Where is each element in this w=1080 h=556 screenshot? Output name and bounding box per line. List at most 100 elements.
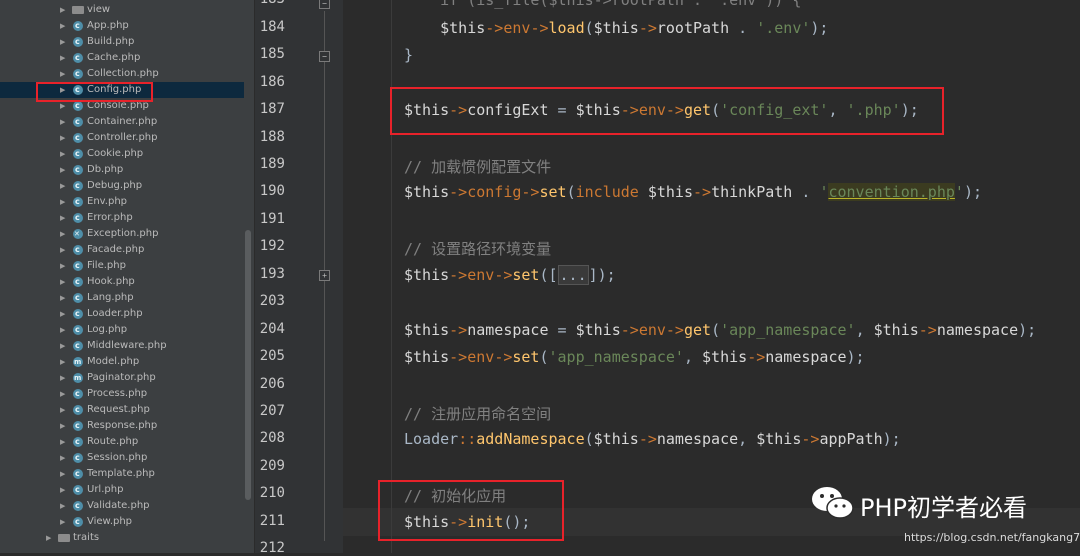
expand-arrow-icon[interactable]: ▶: [60, 498, 65, 514]
php-class-icon: [73, 418, 83, 434]
tree-file-middleware[interactable]: ▶ Middleware.php: [0, 338, 244, 354]
tree-file-cookie[interactable]: ▶ Cookie.php: [0, 146, 244, 162]
tree-file-container[interactable]: ▶ Container.php: [0, 114, 244, 130]
sidebar-scrollbar[interactable]: [245, 230, 251, 500]
code-line-190: $this->config->set(include $this->thinkP…: [404, 183, 982, 201]
line-number: 204: [259, 321, 285, 337]
tree-file-db[interactable]: ▶ Db.php: [0, 162, 244, 178]
expand-arrow-icon[interactable]: ▶: [60, 178, 65, 194]
tree-file-debug[interactable]: ▶ Debug.php: [0, 178, 244, 194]
line-number: 205: [259, 348, 285, 364]
code-text: if (is_file($this->rootPath . '.env')) {: [440, 0, 802, 9]
tree-file-validate[interactable]: ▶ Validate.php: [0, 498, 244, 514]
tree-file-label: File.php: [87, 260, 126, 271]
php-class-icon: [73, 514, 83, 530]
expand-arrow-icon[interactable]: ▶: [60, 274, 65, 290]
tree-file-cache[interactable]: ▶ Cache.php: [0, 50, 244, 66]
php-class-icon: [73, 194, 83, 210]
expand-arrow-icon[interactable]: ▶: [60, 258, 65, 274]
tree-file-exception[interactable]: ▶ Exception.php: [0, 226, 244, 242]
tree-file-build[interactable]: ▶ Build.php: [0, 34, 244, 50]
line-number: 185: [259, 46, 285, 62]
tree-file-session[interactable]: ▶ Session.php: [0, 450, 244, 466]
tree-file-error[interactable]: ▶ Error.php: [0, 210, 244, 226]
tree-file-file[interactable]: ▶ File.php: [0, 258, 244, 274]
tree-file-model[interactable]: ▶ Model.php: [0, 354, 244, 370]
tree-file-app[interactable]: ▶ App.php: [0, 18, 244, 34]
expand-arrow-icon[interactable]: ▶: [60, 130, 65, 146]
php-class-icon: [73, 466, 83, 482]
highlight-box-config-file: [36, 82, 153, 102]
tree-file-lang[interactable]: ▶ Lang.php: [0, 290, 244, 306]
tree-file-label: Debug.php: [87, 180, 143, 191]
tree-file-loader[interactable]: ▶ Loader.php: [0, 306, 244, 322]
tree-file-route[interactable]: ▶ Route.php: [0, 434, 244, 450]
fold-marker-icon[interactable]: −: [319, 0, 330, 9]
expand-arrow-icon[interactable]: ▶: [60, 482, 65, 498]
line-number: 192: [259, 238, 285, 254]
expand-arrow-icon[interactable]: ▶: [60, 50, 65, 66]
expand-arrow-icon[interactable]: ▶: [60, 386, 65, 402]
tree-file-url[interactable]: ▶ Url.php: [0, 482, 244, 498]
expand-arrow-icon[interactable]: ▶: [60, 466, 65, 482]
fold-expand-icon[interactable]: +: [319, 270, 330, 281]
expand-arrow-icon[interactable]: ▶: [60, 146, 65, 162]
tree-file-paginator[interactable]: ▶ Paginator.php: [0, 370, 244, 386]
tree-file-facade[interactable]: ▶ Facade.php: [0, 242, 244, 258]
code-line-193: $this->env->set([...]);: [404, 265, 616, 285]
folded-code-placeholder[interactable]: ...: [557, 265, 589, 285]
expand-arrow-icon[interactable]: ▶: [60, 322, 65, 338]
tree-folder-label: view: [87, 4, 111, 15]
tree-file-template[interactable]: ▶ Template.php: [0, 466, 244, 482]
tree-file-label: Loader.php: [87, 308, 143, 319]
tree-file-label: Db.php: [87, 164, 124, 175]
tree-folder-traits[interactable]: ▶ traits: [0, 530, 244, 546]
tree-file-response[interactable]: ▶ Response.php: [0, 418, 244, 434]
expand-arrow-icon[interactable]: ▶: [60, 66, 65, 82]
php-class-icon: [73, 98, 83, 114]
expand-arrow-icon[interactable]: ▶: [60, 354, 65, 370]
expand-arrow-icon[interactable]: ▶: [60, 114, 65, 130]
expand-arrow-icon[interactable]: ▶: [60, 418, 65, 434]
php-class-icon: [73, 130, 83, 146]
tree-file-env[interactable]: ▶ Env.php: [0, 194, 244, 210]
tree-file-label: Exception.php: [87, 228, 159, 239]
line-number: 203: [259, 293, 285, 309]
expand-arrow-icon[interactable]: ▶: [46, 530, 51, 546]
tree-file-collection[interactable]: ▶ Collection.php: [0, 66, 244, 82]
tree-file-process[interactable]: ▶ Process.php: [0, 386, 244, 402]
expand-arrow-icon[interactable]: ▶: [60, 210, 65, 226]
expand-arrow-icon[interactable]: ▶: [60, 2, 65, 18]
expand-arrow-icon[interactable]: ▶: [60, 290, 65, 306]
expand-arrow-icon[interactable]: ▶: [60, 434, 65, 450]
expand-arrow-icon[interactable]: ▶: [60, 450, 65, 466]
folder-icon: [58, 534, 70, 542]
code-line-189-comment: // 加载惯例配置文件: [404, 158, 552, 176]
line-number: 207: [259, 403, 285, 419]
tree-file-request[interactable]: ▶ Request.php: [0, 402, 244, 418]
expand-arrow-icon[interactable]: ▶: [60, 306, 65, 322]
tree-file-label: Lang.php: [87, 292, 134, 303]
code-editor[interactable]: if (is_file($this->rootPath . '.env')) {…: [343, 0, 1080, 553]
expand-arrow-icon[interactable]: ▶: [60, 338, 65, 354]
expand-arrow-icon[interactable]: ▶: [60, 18, 65, 34]
expand-arrow-icon[interactable]: ▶: [60, 514, 65, 530]
expand-arrow-icon[interactable]: ▶: [60, 194, 65, 210]
tree-file-hook[interactable]: ▶ Hook.php: [0, 274, 244, 290]
php-class-icon: [73, 450, 83, 466]
tree-file-log[interactable]: ▶ Log.php: [0, 322, 244, 338]
expand-arrow-icon[interactable]: ▶: [60, 402, 65, 418]
tree-file-label: Request.php: [87, 404, 150, 415]
php-class-icon: [73, 386, 83, 402]
tree-file-label: Build.php: [87, 36, 135, 47]
php-class-icon: [73, 34, 83, 50]
expand-arrow-icon[interactable]: ▶: [60, 34, 65, 50]
expand-arrow-icon[interactable]: ▶: [60, 226, 65, 242]
expand-arrow-icon[interactable]: ▶: [60, 370, 65, 386]
fold-end-marker-icon[interactable]: −: [319, 51, 330, 62]
expand-arrow-icon[interactable]: ▶: [60, 162, 65, 178]
tree-file-view[interactable]: ▶ View.php: [0, 514, 244, 530]
tree-file-controller[interactable]: ▶ Controller.php: [0, 130, 244, 146]
expand-arrow-icon[interactable]: ▶: [60, 242, 65, 258]
tree-folder-view[interactable]: ▶ view: [0, 2, 244, 18]
